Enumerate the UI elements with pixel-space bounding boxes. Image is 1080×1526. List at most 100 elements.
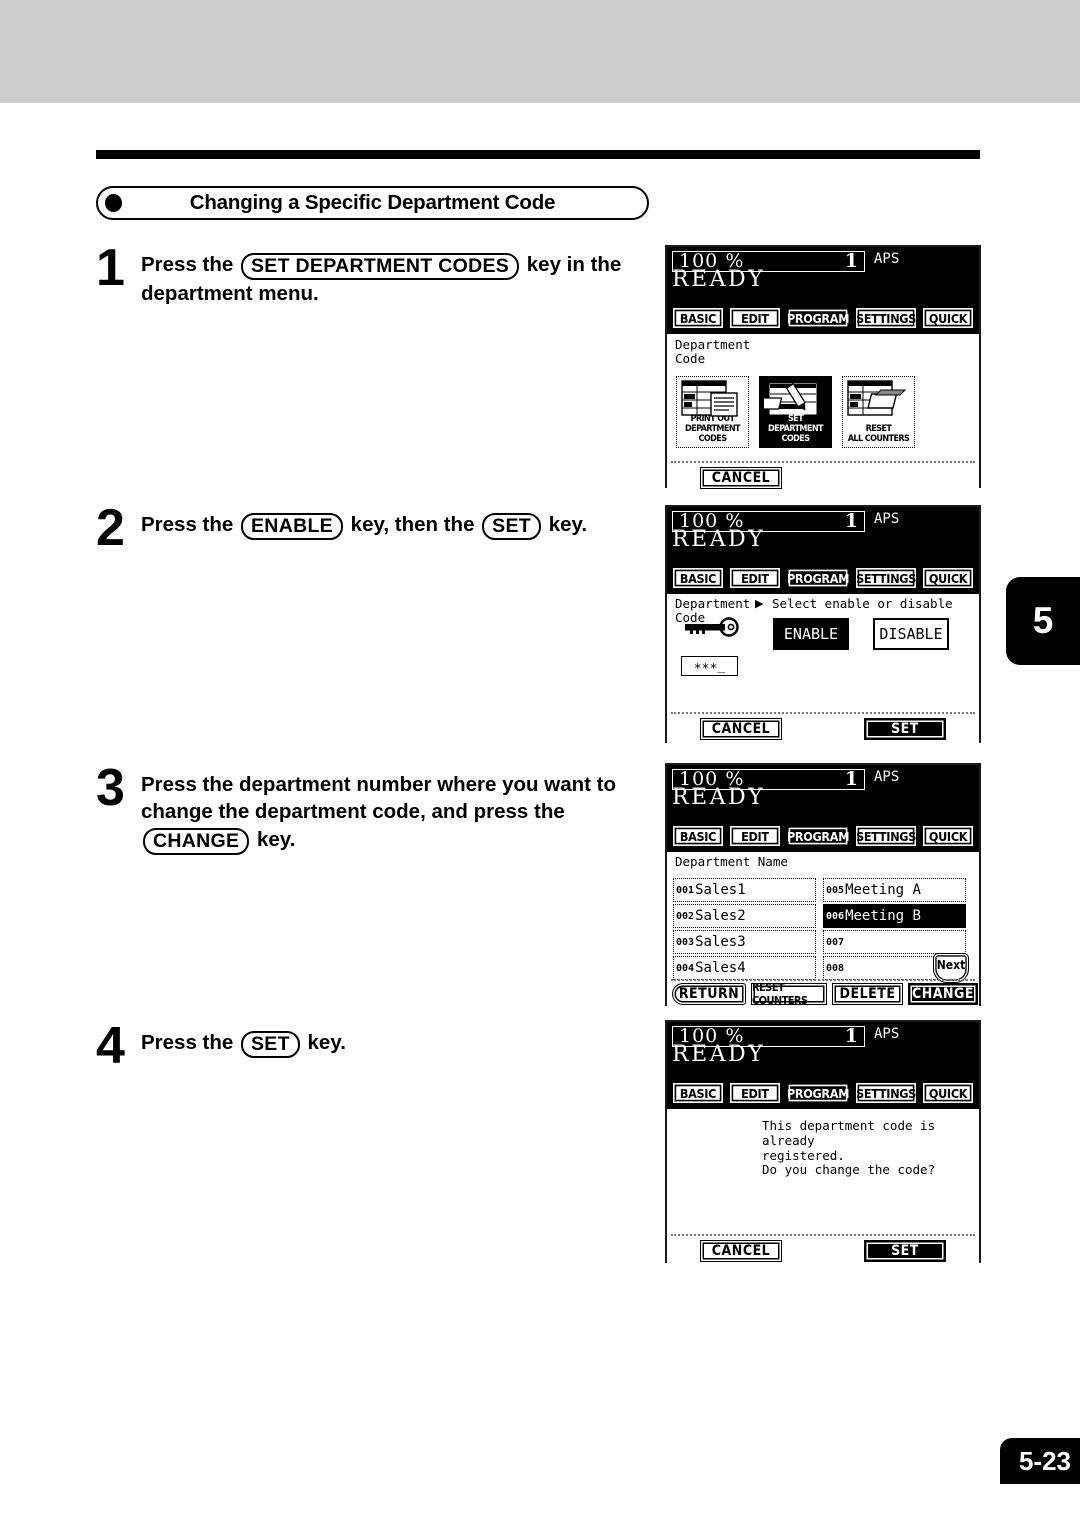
lcd3-department-row[interactable]: 007 (823, 930, 966, 954)
page-number: 5-23 (1000, 1438, 1080, 1484)
lcd3-department-row[interactable]: 004 Sales4 (673, 956, 816, 980)
step-3-text: Press the department number where you wa… (141, 768, 616, 855)
lcd2-disable-button[interactable]: DISABLE (873, 618, 949, 650)
dept-number: 004 (676, 962, 695, 974)
lcd1-tab-edit[interactable]: EDIT (728, 307, 781, 329)
lcd3-tab-row: BASIC EDIT PROGRAM SETTINGS QUICK (667, 822, 979, 852)
lcd1-print-out-department-codes-button[interactable]: PRINT OUT DEPARTMENT CODES (676, 376, 749, 448)
lcd4-status-bar: 100 % 1 APS READY (667, 1022, 979, 1079)
dept-name: Sales2 (695, 908, 746, 924)
header-rule (96, 150, 980, 159)
lcd1-tab-basic[interactable]: BASIC (672, 307, 724, 329)
lcd3-caption: Department Name (675, 854, 788, 869)
lcd1-tab-program[interactable]: PROGRAM (785, 307, 851, 329)
lcd4-set-button[interactable]: SET (864, 1240, 946, 1262)
dept-number: 008 (826, 962, 845, 974)
lcd4-status-text: READY (672, 1042, 766, 1067)
lcd2-paper-mode: APS (874, 511, 900, 527)
lcd2-prompt-arrow-icon: ▶ (755, 597, 764, 610)
lcd2-copy-count: 1 (844, 510, 858, 532)
lcd2-tab-edit[interactable]: EDIT (728, 567, 781, 589)
lcd4-cancel-button[interactable]: CANCEL (700, 1240, 782, 1262)
lcd3-department-row[interactable]: 003 Sales3 (673, 930, 816, 954)
lcd3-change-button[interactable]: CHANGE (908, 983, 978, 1005)
lcd3-status-bar: 100 % 1 APS READY (667, 765, 979, 822)
lcd3-tab-quick[interactable]: QUICK (922, 825, 974, 847)
lcd2-tab-quick[interactable]: QUICK (922, 567, 974, 589)
step-1-text: Press the SET DEPARTMENT CODES key in th… (141, 248, 621, 308)
lcd1-tab-quick[interactable]: QUICK (922, 307, 974, 329)
dept-name: Meeting A (845, 882, 921, 898)
lcd3-reset-counters-button[interactable]: RESET COUNTERS (751, 981, 827, 1007)
lcd3-change-label: CHANGE (911, 986, 974, 1002)
lcd1-cancel-button[interactable]: CANCEL (700, 467, 782, 489)
step-2-number: 2 (96, 499, 125, 557)
lcd1-reset-all-counters-button[interactable]: RESET ALL COUNTERS (842, 376, 915, 448)
lcd2-enable-button[interactable]: ENABLE (773, 618, 849, 650)
lcd4-copy-count: 1 (844, 1025, 858, 1047)
keycap-enable: ENABLE (241, 513, 343, 541)
lcd1-separator (671, 461, 975, 463)
printout-department-codes-icon (681, 380, 738, 417)
lcd3-department-row[interactable]: 002 Sales2 (673, 904, 816, 928)
lcd1-tab-settings[interactable]: SETTINGS (855, 307, 918, 329)
password-key-icon (685, 617, 739, 637)
lcd4-tab-edit[interactable]: EDIT (728, 1082, 781, 1104)
lcd1-paper-mode: APS (874, 251, 900, 267)
step-1-number: 1 (96, 239, 125, 297)
step-3-line-2: change the department code, and press th… (141, 800, 565, 824)
keycap-change: CHANGE (143, 827, 250, 855)
reset-all-counters-icon (847, 380, 907, 416)
lcd4-confirmation-message: This department code is already register… (762, 1118, 936, 1178)
lcd1-icon-row: PRINT OUT DEPARTMENT CODES SET DEPARTMEN… (671, 376, 915, 448)
step-4-text: Press the SET key. (141, 1026, 346, 1059)
lcd3-department-row[interactable]: 005 Meeting A (823, 878, 966, 902)
lcd3-tab-edit[interactable]: EDIT (728, 825, 781, 847)
dept-name: Sales1 (695, 882, 746, 898)
dept-number: 002 (676, 910, 695, 922)
step-3: 3 Press the department number where you … (96, 762, 661, 855)
lcd4-tab-settings[interactable]: SETTINGS (855, 1082, 918, 1104)
dept-number: 006 (826, 910, 845, 922)
dept-name: Meeting B (845, 908, 921, 924)
lcd1-print-out-label: PRINT OUT DEPARTMENT CODES (685, 413, 740, 444)
lcd2-tab-settings[interactable]: SETTINGS (855, 567, 918, 589)
lcd4-tab-program[interactable]: PROGRAM (785, 1082, 851, 1104)
lcd3-delete-button[interactable]: DELETE (832, 983, 903, 1005)
lcd1-reset-label: RESET ALL COUNTERS (847, 423, 910, 444)
lcd2-cancel-button[interactable]: CANCEL (700, 718, 782, 740)
lcd3-delete-label: DELETE (839, 986, 896, 1002)
lcd4-tab-basic[interactable]: BASIC (672, 1082, 724, 1104)
page-top-gray-band (0, 0, 1080, 103)
lcd2-masked-code-field: ∗∗∗_ (681, 656, 738, 676)
lcd3-tab-basic[interactable]: BASIC (672, 825, 724, 847)
lcd1-tab-row: BASIC EDIT PROGRAM SETTINGS QUICK (667, 304, 979, 334)
lcd3-tab-settings[interactable]: SETTINGS (855, 825, 918, 847)
lcd4-tab-quick[interactable]: QUICK (922, 1082, 974, 1104)
section-heading-text: Changing a Specific Department Code (189, 191, 556, 214)
step-2: 2 Press the ENABLE key, then the SET key… (96, 499, 656, 557)
chapter-tab-marker: 5 (1006, 577, 1080, 665)
lcd2-status-text: READY (672, 527, 766, 552)
dept-name: Sales4 (695, 960, 746, 976)
keycap-set-department-codes: SET DEPARTMENT CODES (241, 253, 520, 281)
lcd1-status-bar: 100 % 1 APS READY (667, 247, 979, 304)
lcd2-tab-basic[interactable]: BASIC (672, 567, 724, 589)
set-department-codes-icon (764, 382, 817, 415)
lcd1-set-department-codes-button[interactable]: SET DEPARTMENT CODES (759, 376, 832, 448)
lcd3-tab-program[interactable]: PROGRAM (785, 825, 851, 847)
lcd4-paper-mode: APS (874, 1026, 900, 1042)
dept-number: 003 (676, 936, 695, 948)
dept-number: 005 (826, 884, 845, 896)
lcd1-status-text: READY (672, 267, 766, 292)
lcd2-tab-program[interactable]: PROGRAM (785, 567, 851, 589)
lcd3-paper-mode: APS (874, 769, 900, 785)
lcd3-department-row[interactable]: 001 Sales1 (673, 878, 816, 902)
lcd2-set-button[interactable]: SET (864, 718, 946, 740)
lcd1-caption: Department Code (675, 337, 751, 366)
lcd3-department-row-selected[interactable]: 006 Meeting B (823, 904, 966, 928)
lcd1-copy-count: 1 (844, 250, 858, 272)
lcd3-body: Department Name 001 Sales1 002 Sales2 00… (667, 852, 979, 1008)
step-1: 1 Press the SET DEPARTMENT CODES key in … (96, 239, 656, 308)
lcd3-return-button[interactable]: RETURN (672, 983, 746, 1005)
